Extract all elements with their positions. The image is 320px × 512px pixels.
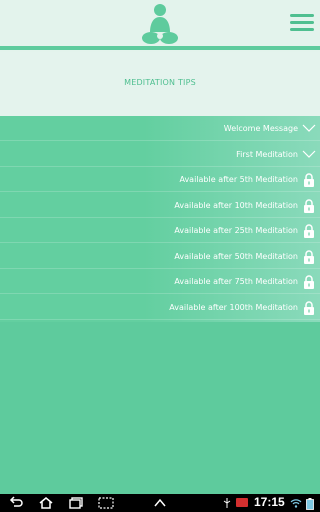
lock-icon <box>304 198 314 213</box>
lock-icon <box>304 249 314 264</box>
chevron-down-icon <box>302 150 316 158</box>
tip-label: Welcome Message <box>223 124 298 133</box>
header-divider <box>0 46 320 50</box>
menu-line <box>290 14 314 17</box>
lock-icon <box>304 173 314 187</box>
meditation-logo-icon <box>142 4 178 44</box>
tip-row-first-meditation[interactable]: First Meditation <box>0 142 320 167</box>
lock-icon <box>304 224 314 238</box>
system-navbar: 17:15 <box>0 494 320 512</box>
battery-icon <box>306 498 314 510</box>
tips-list: Welcome Message First Meditation Availab… <box>0 116 320 322</box>
tip-label: Available after 100th Meditation <box>169 302 298 312</box>
tip-label: Available after 75th Meditation <box>174 277 298 286</box>
menu-button[interactable] <box>288 10 316 36</box>
tip-row-locked-5[interactable]: Available after 5th Meditation <box>0 167 320 192</box>
app-header <box>0 0 320 52</box>
tip-row-locked-25[interactable]: Available after 25th Meditation <box>0 218 320 243</box>
lock-icon <box>304 300 314 315</box>
back-icon[interactable] <box>8 496 24 510</box>
tip-row-locked-50[interactable]: Available after 50th Meditation <box>0 244 320 269</box>
chevron-up-icon[interactable] <box>152 496 168 510</box>
page-title: MEDITATION TIPS <box>124 78 196 87</box>
tip-row-locked-10[interactable]: Available after 10th Meditation <box>0 193 320 218</box>
tip-label: Available after 5th Meditation <box>179 175 298 184</box>
wifi-icon <box>290 499 302 508</box>
tip-label: Available after 50th Meditation <box>174 251 298 261</box>
home-icon[interactable] <box>38 496 54 510</box>
tip-label: Available after 10th Meditation <box>174 200 298 210</box>
lock-icon <box>304 275 314 289</box>
tip-row-locked-100[interactable]: Available after 100th Meditation <box>0 295 320 320</box>
usb-icon <box>223 498 231 508</box>
recent-apps-icon[interactable] <box>68 496 84 510</box>
menu-line <box>290 28 314 31</box>
tip-label: First Meditation <box>236 149 298 159</box>
tip-row-welcome-message[interactable]: Welcome Message <box>0 116 320 141</box>
tip-row-locked-75[interactable]: Available after 75th Meditation <box>0 269 320 294</box>
chevron-down-icon <box>302 124 316 132</box>
tip-label: Available after 25th Meditation <box>174 226 298 235</box>
screenshot-icon[interactable] <box>98 496 114 510</box>
status-time: 17:15 <box>254 495 285 509</box>
menu-line <box>290 21 314 24</box>
notification-badge-icon <box>236 498 248 507</box>
